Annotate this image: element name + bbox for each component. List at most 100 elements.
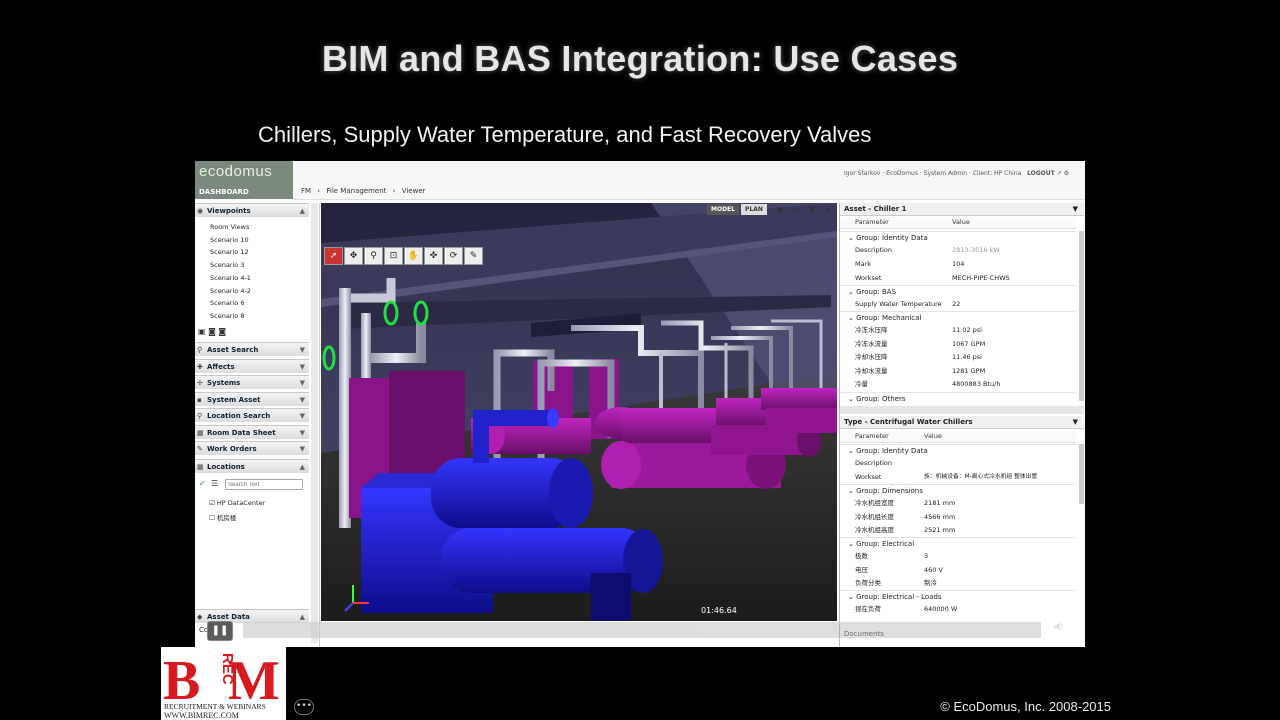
type-panel-scrollbar[interactable] [1079,444,1084,504]
model-viewer-3d[interactable]: ➚ ✥ ⚲ ⊡ ✋ ✜ ⟳ ✎ [321,203,837,621]
expand-icon[interactable]: ▼ [300,393,305,407]
prop-value: 104 [952,260,965,268]
group-identity[interactable]: ⌄ Group: Identity Data [840,444,1076,456]
gear-icon[interactable]: ⚙ [1064,170,1069,177]
prop-key: Description [855,459,893,467]
camera-icon[interactable]: ◉ [774,204,786,215]
svg-text:WWW.BIMREC.COM: WWW.BIMREC.COM [164,711,239,720]
property-row: Workset MECH-PIPE-CHWS [840,272,1076,285]
tree-scenario[interactable]: Scenario 10 [210,236,249,244]
section-location-search[interactable]: ⚲ Location Search ▼ [195,408,309,422]
prop-value: 制冷 [924,579,937,587]
expand-icon[interactable]: ▼ [300,409,305,423]
prop-key: 冷却水压降 [855,353,888,361]
orbit-tool-icon[interactable]: ✜ [424,247,443,265]
col-value: Value [924,432,942,440]
section-work-orders[interactable]: ✎ Work Orders ▼ [195,441,309,455]
ecodomus-app-window: ecodomus DASHBOARD FM › File Management … [195,161,1085,647]
check-icon[interactable]: ✓ [199,479,206,488]
top-bar: FM › File Management › Viewer Igor Stark… [293,161,1085,200]
model-mode-button[interactable]: MODEL [707,204,739,215]
zoom-window-icon[interactable]: ⊡ [384,247,403,265]
loc-item-hp-datacenter[interactable]: ☑ HP DataCenter [209,499,265,507]
group-label: Group: Identity Data [856,447,928,455]
chiller-plant-3d-scene [321,203,837,621]
tree-scenario[interactable]: Scenario 12 [210,248,249,256]
dropdown-icon[interactable]: ▼ [1073,416,1078,429]
walk-tool-icon[interactable]: ✥ [344,247,363,265]
expand-icon[interactable]: ▼ [300,360,305,374]
col-value: Value [952,218,970,226]
expand-icon[interactable]: ▼ [300,376,305,390]
plan-mode-button[interactable]: PLAN [741,204,767,215]
group-electrical[interactable]: ⌄ Group: Electrical [840,537,1076,549]
breadcrumb-file-management[interactable]: File Management [326,187,386,195]
breadcrumb-fm[interactable]: FM [301,187,311,195]
group-electrical-loads[interactable]: ⌄ Group: Electrical - Loads [840,590,1076,602]
location-search-input[interactable] [225,479,303,490]
tree-scenario[interactable]: Scenario 8 [210,312,244,320]
asset-panel-scrollbar[interactable] [1079,231,1084,401]
prop-value: 2521 mm [924,526,956,534]
loc-item-building[interactable]: ☐ 机房楼 [209,512,236,522]
tree-room-views[interactable]: Room Views [210,223,249,231]
text-icon[interactable]: A [822,204,834,215]
group-bas[interactable]: ⌄ Group: BAS [840,285,1076,297]
group-identity[interactable]: ⌄ Group: Identity Data [840,231,1076,243]
svg-text:RECRUITMENT & WEBINARS: RECRUITMENT & WEBINARS [164,702,266,711]
section-systems[interactable]: ✢ Systems ▼ [195,375,309,389]
tree-scenario[interactable]: Scenario 4-1 [210,274,251,282]
logout-link[interactable]: LOGOUT [1027,170,1055,177]
section-room-data-sheet[interactable]: ▦ Room Data Sheet ▼ [195,425,309,439]
location-icon: ⚲ [197,412,203,420]
tree-scenario[interactable]: Scenario 6 [210,299,244,307]
expand-icon[interactable]: ▼ [300,426,305,440]
section-system-asset[interactable]: ▪ System Asset ▼ [195,392,309,406]
zoom-tool-icon[interactable]: ⚲ [364,247,383,265]
dashboard-link[interactable]: DASHBOARD [199,188,249,196]
collapse-icon[interactable]: ▲ [300,460,305,474]
group-mechanical[interactable]: ⌄ Group: Mechanical [840,311,1076,323]
section-locations[interactable]: ▦ Locations ▲ [195,459,309,473]
filter-icon[interactable]: ▼ [806,204,818,215]
measure-tool-icon[interactable]: ✎ [464,247,483,265]
breadcrumb-sep: › [317,187,321,195]
section-asset-search[interactable]: ⚲ Asset Search ▼ [195,342,309,356]
pan-tool-icon[interactable]: ✋ [404,247,423,265]
panel-splitter[interactable] [840,406,1084,414]
viewpoints-label: Viewpoints [207,207,251,215]
viewpoints-header[interactable]: ◉ Viewpoints ▲ [195,203,309,217]
user-name: Igor Starkov · EcoDomus · System Admin ·… [844,170,1022,177]
group-label: Group: Others [856,395,906,403]
col-parameter: Parameter [855,218,889,226]
expand-icon[interactable]: ▼ [300,343,305,357]
dropdown-icon[interactable]: ▼ [1073,203,1078,216]
list-icon[interactable]: ☰ [211,479,218,488]
tree-scenario[interactable]: Scenario 3 [210,261,244,269]
select-tool-icon[interactable]: ➚ [324,247,343,265]
sidebar-scrollbar[interactable] [311,203,318,643]
seek-bar[interactable] [243,622,1041,638]
more-options-button[interactable]: ••• [294,699,314,715]
viewpoint-tools[interactable]: ▣ ◙ ◙ [198,327,226,336]
prop-key: 冷水机组长度 [855,513,894,521]
group-others[interactable]: ⌄ Group: Others [840,392,1076,404]
logout-icon[interactable]: ↗ [1057,170,1062,177]
prop-key: 极数 [855,552,868,560]
expand-icon[interactable]: ▼ [300,442,305,456]
prop-value: MECH-PIPE-CHWS [952,274,1010,282]
tree-scenario[interactable]: Scenario 4-2 [210,287,251,295]
rotate-tool-icon[interactable]: ⟳ [444,247,463,265]
prop-value: 11.46 psi [952,353,982,361]
arrows-icon[interactable]: ⇔ [790,204,802,215]
volume-icon[interactable]: ◀) [1045,622,1071,636]
prop-key: 冷水机组高度 [855,526,894,534]
section-affects[interactable]: ✚ Affects ▼ [195,359,309,373]
property-row: 冷冻水压降 11.02 psi [840,324,1076,337]
collapse-icon[interactable]: ▲ [300,204,305,218]
app-logo[interactable]: ecodomus DASHBOARD [195,161,293,199]
pause-button[interactable]: ❚❚ [207,621,233,641]
prop-value: 3 [924,552,929,560]
property-row: Description 2813-3516 kW [840,244,1076,257]
group-dimensions[interactable]: ⌄ Group: Dimensions [840,484,1076,496]
